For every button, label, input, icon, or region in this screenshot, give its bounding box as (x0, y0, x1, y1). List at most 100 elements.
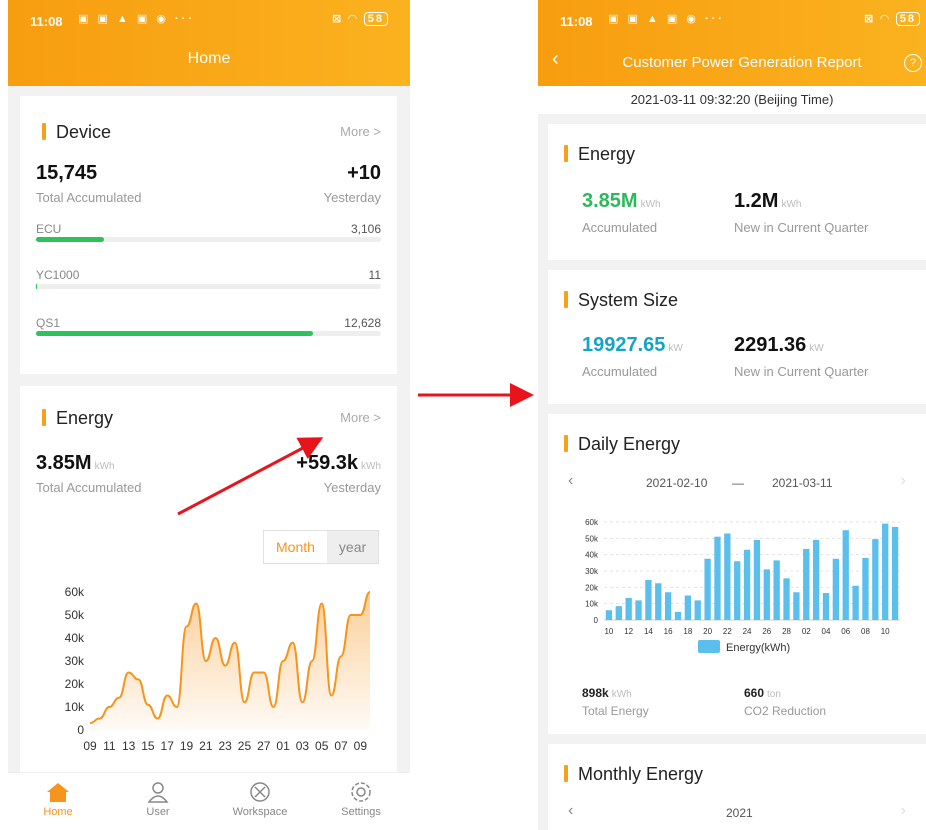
status-bar: 11:08 ▣ ▣ ▲ ▣ ◉ ··· ⊠ ◠ 58 (538, 0, 926, 36)
help-icon[interactable]: ? (904, 54, 922, 72)
ecu-progress-fill (36, 237, 104, 242)
y-tick-label: 60k (65, 585, 85, 599)
yc1000-value: 11 (368, 268, 381, 282)
y-tick-label: 50k (65, 608, 85, 622)
y-tick-label: 10k (585, 600, 599, 609)
tab-home[interactable]: Home (18, 781, 98, 818)
prev-year-icon[interactable]: ‹ (568, 802, 573, 820)
bar (724, 533, 731, 620)
next-range-icon[interactable]: › (901, 472, 906, 490)
x-tick-label: 06 (841, 627, 850, 636)
bar (615, 606, 622, 620)
battery-indicator: ⊠ ◠ 58 (864, 12, 920, 26)
notification-icons: ▣ ▣ ▲ ▣ ◉ ··· (78, 13, 195, 25)
x-tick-label: 23 (218, 739, 232, 753)
daily-total-label: Total Energy (582, 704, 649, 718)
yc1000-label: YC1000 (36, 268, 80, 282)
energy-accumulated: 3.85M kWh (582, 190, 661, 212)
toggle-month[interactable]: Month (264, 531, 327, 563)
device-card: Device More > 15,745 Total Accumulated +… (20, 96, 397, 374)
range-end[interactable]: 2021-03-11 (772, 476, 833, 490)
tab-workspace[interactable]: Workspace (220, 781, 300, 818)
daily-energy-card: Daily Energy ‹ 2021-02-10 — 2021-03-11 ›… (548, 414, 926, 734)
x-tick-label: 03 (296, 739, 310, 753)
x-tick-label: 12 (624, 627, 633, 636)
x-tick-label: 04 (822, 627, 831, 636)
notification-icons: ▣ ▣ ▲ ▣ ◉ ··· (608, 13, 725, 25)
system-accumulated-label: Accumulated (582, 364, 658, 379)
energy-heading: Energy (564, 144, 635, 165)
bar (842, 530, 849, 620)
x-tick-label: 26 (762, 627, 771, 636)
y-tick-label: 20k (65, 677, 85, 691)
system-heading: System Size (564, 290, 678, 311)
report-timestamp: 2021-03-11 09:32:20 (Beijing Time) (538, 86, 926, 114)
x-tick-label: 11 (103, 739, 116, 753)
x-tick-label: 25 (238, 739, 252, 753)
report-screen: 11:08 ▣ ▣ ▲ ▣ ◉ ··· ⊠ ◠ 58 ‹ Customer Po… (538, 0, 926, 830)
system-accumulated: 19927.65 kW (582, 334, 683, 356)
y-tick-label: 50k (585, 534, 599, 543)
co2-label: CO2 Reduction (744, 704, 827, 718)
energy-card: Energy 3.85M kWh Accumulated 1.2M kWh New … (548, 124, 926, 260)
energy-quarter-label: New in Current Quarter (734, 220, 869, 235)
energy-accumulated-label: Accumulated (582, 220, 658, 235)
monthly-heading: Monthly Energy (564, 764, 703, 785)
y-tick-label: 40k (65, 631, 85, 645)
daily-heading: Daily Energy (564, 434, 680, 455)
y-tick-label: 60k (585, 518, 599, 527)
period-toggle: Month year (263, 530, 380, 564)
toggle-year[interactable]: year (326, 531, 379, 563)
range-start[interactable]: 2021-02-10 (646, 476, 707, 490)
bar (773, 560, 780, 620)
bar (684, 595, 692, 620)
daily-energy-bar-chart: 0 10k 20k 30k 40k 50k 60k 10 12 14 16 18 20 22 24 26 28 0… (585, 518, 900, 654)
monthly-year[interactable]: 2021 (726, 806, 753, 820)
qs1-label: QS1 (36, 316, 61, 330)
x-tick-label: 10 (881, 627, 890, 636)
y-tick-label: 0 (77, 723, 84, 737)
ecu-value: 3,106 (350, 222, 381, 236)
bar (743, 549, 751, 620)
x-tick-label: 16 (664, 627, 673, 636)
prev-range-icon[interactable]: ‹ (568, 472, 573, 490)
y-tick-label: 20k (585, 583, 599, 592)
x-tick-label: 27 (257, 739, 271, 753)
next-year-icon[interactable]: › (901, 802, 906, 820)
x-tick-label: 02 (802, 627, 811, 636)
bar (694, 600, 701, 620)
y-tick-label: 30k (585, 567, 599, 576)
x-tick-label: 24 (743, 627, 752, 636)
bar (734, 561, 741, 620)
yc1000-progress (36, 284, 381, 289)
bar (605, 610, 613, 620)
x-tick-label: 13 (122, 739, 136, 753)
device-more-link[interactable]: More > (340, 124, 381, 139)
x-tick-label: 17 (161, 739, 175, 753)
energy-yesterday: +59.3k kWh (296, 452, 381, 474)
energy-more-link[interactable]: More > (340, 410, 381, 425)
ecu-progress (36, 237, 381, 242)
home-icon (47, 783, 69, 802)
bar (882, 523, 889, 620)
bottom-tab-bar: Home User Workspace Settings (8, 772, 410, 830)
qs1-progress (36, 331, 381, 336)
tab-user[interactable]: User (118, 781, 198, 818)
tab-settings[interactable]: Settings (321, 781, 401, 818)
bar (852, 585, 859, 620)
page-title: Home (187, 50, 231, 67)
x-tick-label: 28 (782, 627, 791, 636)
header-bar: 11:08 ▣ ▣ ▲ ▣ ◉ ··· ⊠ ◠ 58 Home (8, 0, 410, 86)
bar (803, 548, 810, 620)
energy-quarter: 1.2M kWh (734, 190, 802, 212)
bar (832, 558, 840, 620)
ecu-label: ECU (36, 222, 62, 236)
x-tick-label: 22 (723, 627, 732, 636)
status-time: 11:08 (560, 14, 593, 29)
status-time: 11:08 (30, 14, 63, 29)
bar (862, 557, 869, 620)
home-screen: 11:08 ▣ ▣ ▲ ▣ ◉ ··· ⊠ ◠ 58 Home Device M… (8, 0, 410, 830)
energy-total-label: Total Accumulated (36, 480, 142, 495)
device-yesterday: +10 (347, 162, 381, 184)
user-icon (147, 782, 169, 803)
